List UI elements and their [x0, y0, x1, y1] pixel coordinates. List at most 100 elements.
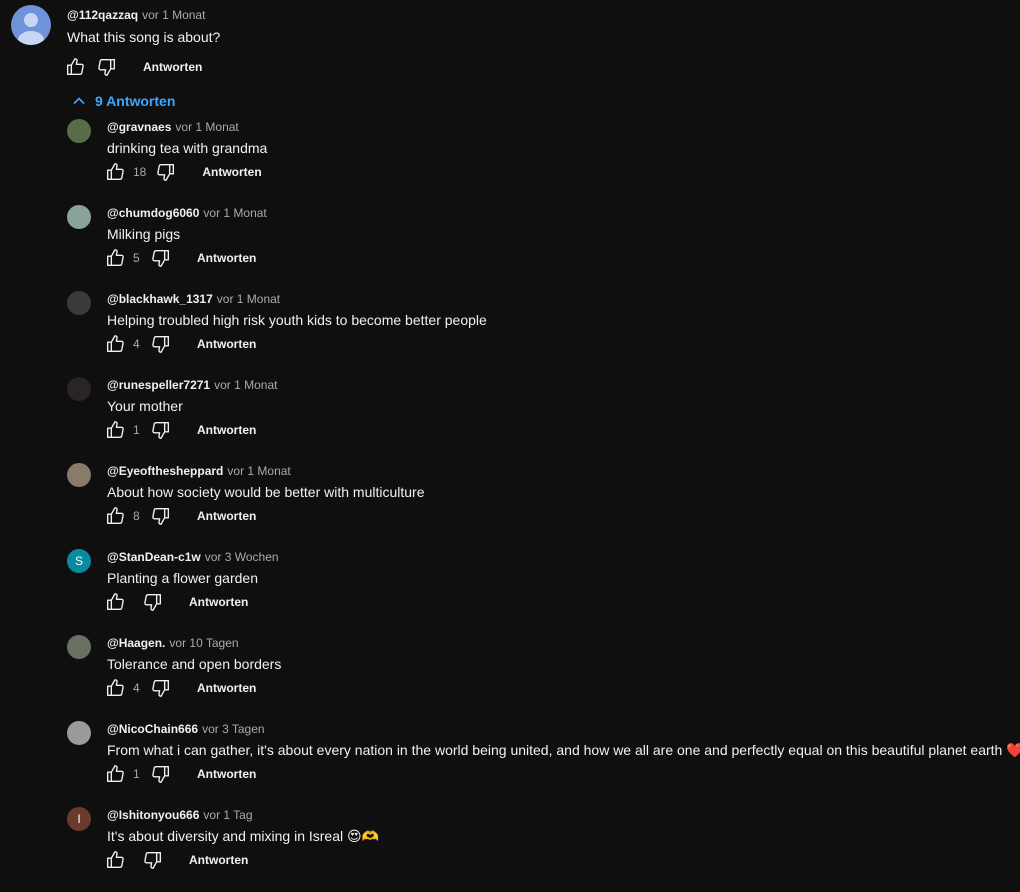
dislike-button[interactable]	[154, 160, 178, 184]
avatar[interactable]	[67, 377, 91, 401]
reply-text: Tolerance and open borders	[107, 656, 282, 672]
reply-actions: 1 Antworten	[103, 762, 256, 786]
reply-button[interactable]: Antworten	[197, 423, 256, 437]
like-button[interactable]	[103, 676, 127, 700]
reply-text: It's about diversity and mixing in Isrea…	[107, 828, 380, 844]
thumbs-down-icon	[152, 335, 170, 353]
reply-author[interactable]: @gravnaes	[107, 120, 171, 134]
reply-meta: @blackhawk_1317 vor 1 Monat	[107, 292, 280, 306]
comment-meta: @112qazzaq vor 1 Monat	[67, 8, 205, 22]
comment-author[interactable]: @112qazzaq	[67, 8, 138, 22]
reply-button[interactable]: Antworten	[189, 595, 248, 609]
thumbs-down-icon	[152, 765, 170, 783]
replies-toggle-label: 9 Antworten	[95, 93, 176, 109]
reply-author[interactable]: @Ishitonyou666	[107, 808, 199, 822]
like-button[interactable]	[103, 590, 127, 614]
reply-time[interactable]: vor 3 Wochen	[205, 550, 279, 564]
reply-text: Your mother	[107, 398, 183, 414]
reply-actions: 8 Antworten	[103, 504, 256, 528]
avatar-letter: S	[74, 554, 83, 568]
dislike-button[interactable]	[149, 762, 173, 786]
reply-text: Planting a flower garden	[107, 570, 258, 586]
reply-time[interactable]: vor 1 Tag	[203, 808, 252, 822]
avatar[interactable]: I	[67, 807, 91, 831]
like-count: 18	[133, 165, 147, 179]
replies-toggle[interactable]: 9 Antworten	[72, 93, 175, 109]
reply-button[interactable]: Antworten	[197, 251, 256, 265]
like-count: 1	[133, 767, 140, 781]
dislike-button[interactable]	[149, 418, 173, 442]
reply-author[interactable]: @chumdog6060	[107, 206, 199, 220]
reply-meta: @Ishitonyou666 vor 1 Tag	[107, 808, 253, 822]
avatar[interactable]	[67, 119, 91, 143]
thumbs-down-icon	[98, 58, 116, 76]
reply-time[interactable]: vor 1 Monat	[203, 206, 266, 220]
dislike-button[interactable]	[149, 676, 173, 700]
avatar[interactable]	[67, 205, 91, 229]
reply-actions: 4 Antworten	[103, 332, 256, 356]
reply-button[interactable]: Antworten	[197, 337, 256, 351]
reply-actions: 4 Antworten	[103, 676, 256, 700]
reply-author[interactable]: @NicoChain666	[107, 722, 198, 736]
thumbs-down-icon	[157, 163, 175, 181]
dislike-button[interactable]	[95, 55, 119, 79]
thumbs-down-icon	[152, 507, 170, 525]
reply-actions: Antworten	[103, 848, 248, 872]
reply-button[interactable]: Antworten	[143, 60, 202, 74]
reply-button[interactable]: Antworten	[197, 509, 256, 523]
dislike-button[interactable]	[149, 332, 173, 356]
reply: @NicoChain666 vor 3 Tagen From what i can…	[0, 720, 1020, 806]
reply-author[interactable]: @Haagen.	[107, 636, 165, 650]
reply-button[interactable]: Antworten	[202, 165, 261, 179]
reply-text: drinking tea with grandma	[107, 140, 268, 156]
thumbs-down-icon	[152, 249, 170, 267]
comment-time[interactable]: vor 1 Monat	[142, 8, 205, 22]
dislike-button[interactable]	[149, 504, 173, 528]
dislike-button[interactable]	[141, 848, 165, 872]
dislike-button[interactable]	[149, 246, 173, 270]
reply-text: From what i can gather, it's about every…	[107, 742, 1020, 758]
thumbs-up-icon	[106, 335, 124, 353]
like-button[interactable]	[103, 246, 127, 270]
reply-button[interactable]: Antworten	[197, 767, 256, 781]
avatar[interactable]	[67, 291, 91, 315]
thumbs-down-icon	[144, 593, 162, 611]
thumbs-up-icon	[106, 593, 124, 611]
reply-author[interactable]: @StanDean-c1w	[107, 550, 201, 564]
like-button[interactable]	[103, 848, 127, 872]
top-comment: @112qazzaq vor 1 Monat What this song is …	[0, 0, 1020, 90]
reply-time[interactable]: vor 3 Tagen	[202, 722, 265, 736]
reply-author[interactable]: @Eyeofthesheppard	[107, 464, 223, 478]
reply-author[interactable]: @runespeller7271	[107, 378, 210, 392]
avatar[interactable]	[67, 635, 91, 659]
reply-meta: @Eyeofthesheppard vor 1 Monat	[107, 464, 291, 478]
reply-button[interactable]: Antworten	[189, 853, 248, 867]
reply-time[interactable]: vor 1 Monat	[227, 464, 290, 478]
avatar[interactable]	[11, 5, 51, 45]
thumbs-up-icon	[106, 679, 124, 697]
like-button[interactable]	[103, 504, 127, 528]
avatar[interactable]	[67, 463, 91, 487]
thumbs-up-icon	[106, 507, 124, 525]
avatar[interactable]: S	[67, 549, 91, 573]
reply-meta: @Haagen. vor 10 Tagen	[107, 636, 239, 650]
like-button[interactable]	[103, 762, 127, 786]
like-button[interactable]	[103, 418, 127, 442]
like-button[interactable]	[103, 332, 127, 356]
reply-time[interactable]: vor 1 Monat	[217, 292, 280, 306]
thumbs-up-icon	[106, 765, 124, 783]
avatar[interactable]	[67, 721, 91, 745]
dislike-button[interactable]	[141, 590, 165, 614]
reply-author[interactable]: @blackhawk_1317	[107, 292, 213, 306]
reply-time[interactable]: vor 1 Monat	[214, 378, 277, 392]
default-avatar-icon	[18, 13, 44, 45]
reply-text: Milking pigs	[107, 226, 181, 242]
thumbs-down-icon	[144, 851, 162, 869]
comment-actions: Antworten	[63, 55, 202, 79]
like-button[interactable]	[103, 160, 127, 184]
reply-time[interactable]: vor 1 Monat	[175, 120, 238, 134]
like-count: 4	[133, 681, 140, 695]
reply-button[interactable]: Antworten	[197, 681, 256, 695]
like-button[interactable]	[63, 55, 87, 79]
reply-time[interactable]: vor 10 Tagen	[169, 636, 238, 650]
